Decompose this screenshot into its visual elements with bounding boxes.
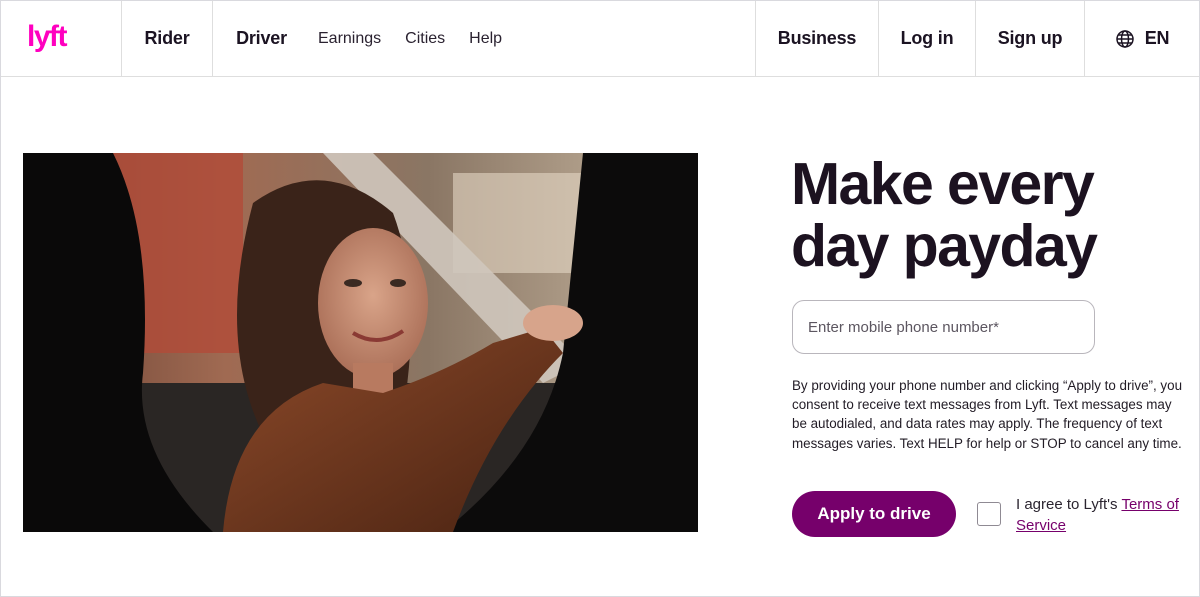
nav-rider-label: Rider <box>144 28 190 48</box>
nav-business-label: Business <box>777 28 857 48</box>
headline-line-2: day payday <box>791 213 1098 279</box>
headline-line-1: Make every <box>791 151 1095 217</box>
nav-business[interactable]: Business <box>756 1 879 76</box>
top-nav: lyft Rider Driver Earnings Cities Help B… <box>1 1 1199 77</box>
nav-signup[interactable]: Sign up <box>976 1 1085 76</box>
globe-icon <box>1115 29 1134 48</box>
nav-signup-label: Sign up <box>997 28 1063 48</box>
terms-agreement: I agree to Lyft's Terms of Service <box>1016 494 1186 536</box>
hero-image <box>23 153 698 532</box>
page-headline: Make every day payday <box>791 153 1171 277</box>
language-selector[interactable]: EN <box>1085 1 1199 76</box>
consent-text: By providing your phone number and click… <box>792 378 1183 451</box>
apply-to-drive-button[interactable]: Apply to drive <box>792 491 956 537</box>
nav-link-earnings[interactable]: Earnings <box>318 30 381 48</box>
logo-link[interactable]: lyft <box>1 1 122 76</box>
nav-login[interactable]: Log in <box>879 1 976 76</box>
nav-driver[interactable]: Driver <box>213 1 310 76</box>
nav-link-cities[interactable]: Cities <box>405 30 445 48</box>
lyft-logo: lyft <box>27 22 69 53</box>
nav-links: Earnings Cities Help <box>310 1 502 76</box>
agree-prefix: I agree to Lyft's <box>1016 496 1122 513</box>
phone-number-input[interactable] <box>792 300 1095 354</box>
hero-photo-illustration <box>23 153 698 532</box>
apply-button-label: Apply to drive <box>817 504 931 523</box>
nav-link-help[interactable]: Help <box>469 30 502 48</box>
nav-rider[interactable]: Rider <box>122 1 213 76</box>
svg-text:lyft: lyft <box>27 22 68 53</box>
nav-spacer <box>502 1 756 76</box>
language-label: EN <box>1144 28 1170 48</box>
nav-login-label: Log in <box>900 28 954 48</box>
nav-driver-label: Driver <box>236 28 287 48</box>
terms-checkbox[interactable] <box>977 502 1001 526</box>
